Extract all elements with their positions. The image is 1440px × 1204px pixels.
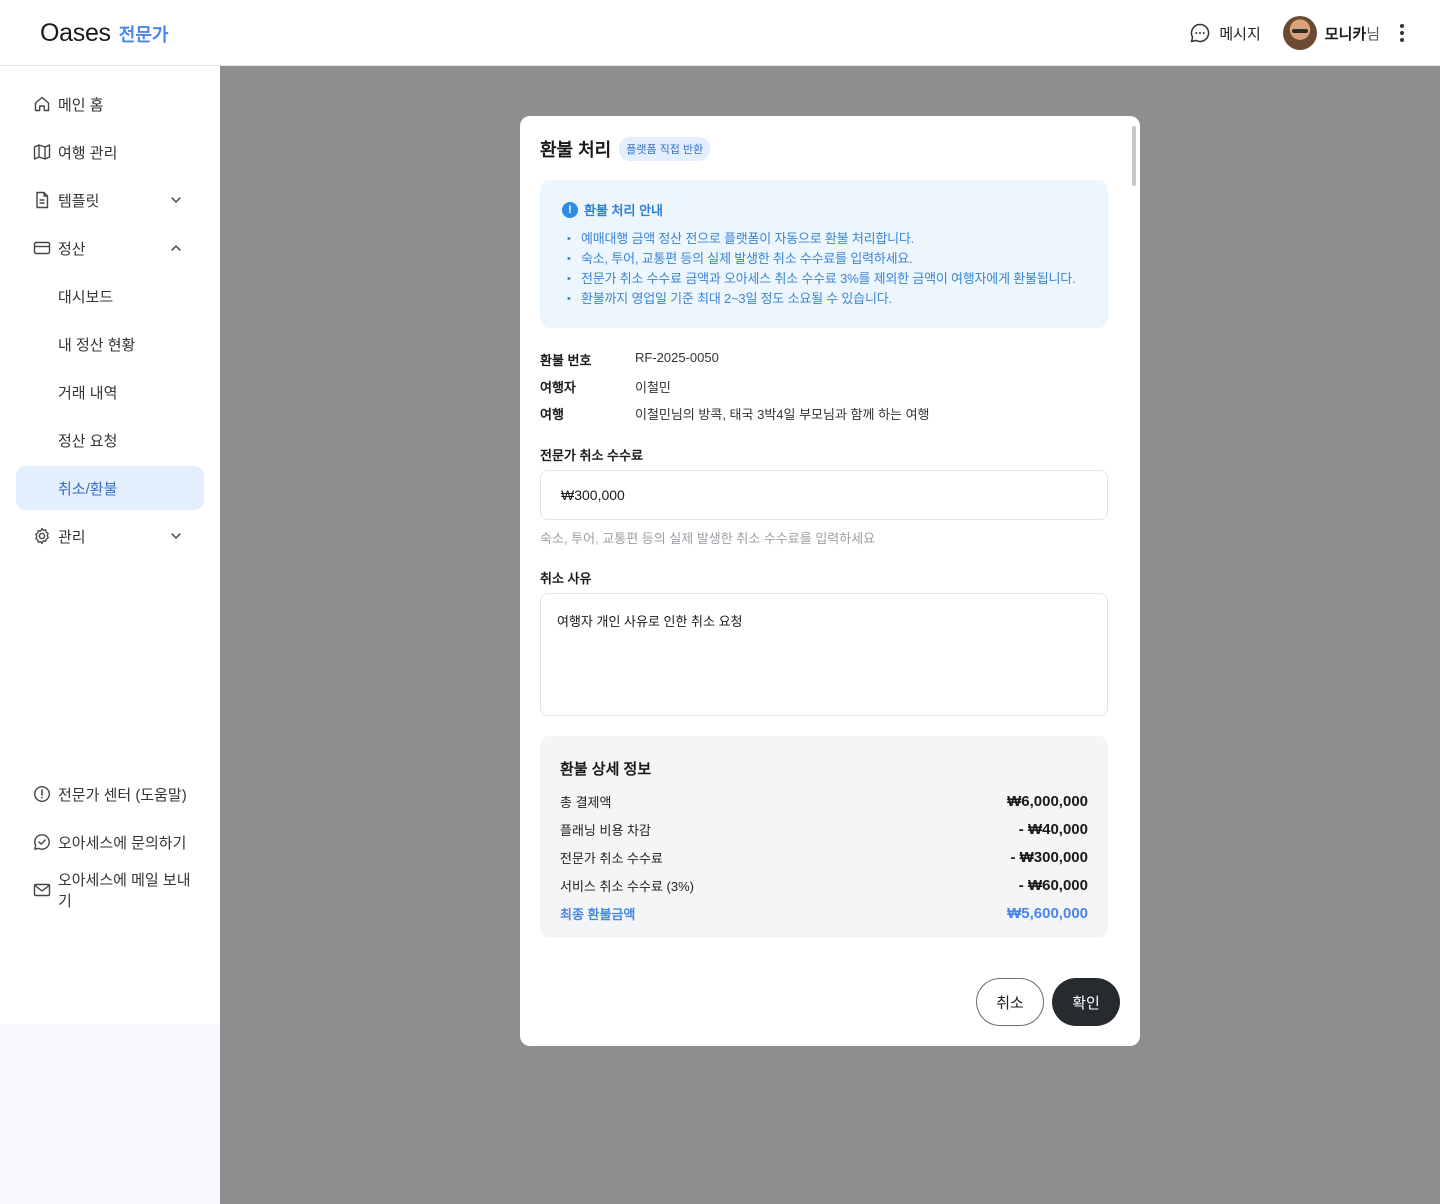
mail-icon (32, 880, 52, 900)
trip-label: 여행 (540, 407, 564, 422)
traveler-value: 이철민 (635, 380, 671, 395)
sidebar-item-settlement-request[interactable]: 정산 요청 (16, 418, 204, 462)
guide-list: 예매대행 금액 정산 전으로 플랫폼이 자동으로 환불 처리합니다. 숙소, 투… (562, 229, 1086, 309)
avatar[interactable] (1282, 16, 1317, 50)
sidebar-item-trips[interactable]: 여행 관리 (16, 130, 204, 174)
modal-header: 환불 처리 플랫폼 직접 반환 (540, 136, 711, 162)
traveler-row: 여행자 이철민 (540, 377, 671, 396)
refund-number-value: RF-2025-0050 (635, 350, 719, 365)
sidebar-item-label: 관리 (58, 528, 86, 546)
sidebar-item-home[interactable]: 메인 홈 (16, 82, 204, 126)
sidebar-item-label: 전문가 센터 (도움말) (58, 786, 187, 804)
sidebar-item-label: 템플릿 (58, 192, 100, 210)
sidebar-item-label: 여행 관리 (58, 144, 118, 162)
refund-detail-box: 환불 상세 정보 총 결제액 ₩6,000,000 플래닝 비용 차감 - ₩4… (540, 736, 1108, 938)
trip-value: 이철민님의 방콕, 태국 3박4일 부모님과 함께 하는 여행 (635, 407, 930, 422)
sidebar-item-cancel-refund[interactable]: 취소/환불 (16, 466, 204, 510)
logo-text: Oases (40, 19, 111, 47)
cancel-reason-value: 여행자 개인 사유로 인한 취소 요청 (557, 614, 743, 629)
sidebar-item-templates[interactable]: 템플릿 (16, 178, 204, 222)
traveler-label: 여행자 (540, 380, 576, 395)
sidebar-item-help-center[interactable]: 전문가 센터 (도움말) (16, 772, 204, 816)
map-icon (32, 142, 52, 162)
detail-label: 플래닝 비용 차감 (560, 822, 651, 838)
sidebar-item-email[interactable]: 오아세스에 메일 보내기 (16, 868, 204, 912)
detail-title: 환불 상세 정보 (560, 761, 652, 778)
detail-value: ₩6,000,000 (1007, 792, 1088, 810)
fee-hint: 숙소, 투어, 교통편 등의 실제 발생한 취소 수수료를 입력하세요 (540, 531, 876, 546)
refund-number-row: 환불 번호 RF-2025-0050 (540, 350, 719, 369)
sidebar-item-label: 정산 (58, 240, 86, 258)
logo[interactable]: Oases 전문가 (40, 19, 168, 48)
final-refund-row: 최종 환불금액 ₩5,600,000 (560, 899, 1088, 927)
sidebar-item-label: 거래 내역 (58, 384, 118, 402)
detail-value: - ₩40,000 (1018, 820, 1088, 838)
detail-row: 전문가 취소 수수료 - ₩300,000 (560, 843, 1088, 871)
sidebar-item-label: 오아세스에 문의하기 (58, 834, 187, 852)
guide-item: 환불까지 영업일 기준 최대 2~3일 정도 소요될 수 있습니다. (562, 289, 1086, 309)
chevron-down-icon (171, 197, 181, 203)
chat-bubble-icon (1191, 23, 1210, 43)
detail-label: 전문가 취소 수수료 (560, 850, 663, 866)
detail-label: 총 결제액 (560, 794, 612, 810)
sidebar-item-settlement[interactable]: 정산 (16, 226, 204, 270)
guide-item: 숙소, 투어, 교통편 등의 실제 발생한 취소 수수료를 입력하세요. (562, 249, 1086, 269)
alert-icon: ! (562, 201, 578, 218)
document-icon (32, 190, 52, 210)
sidebar-item-label: 취소/환불 (58, 480, 118, 498)
info-icon (32, 784, 52, 804)
sidebar-item-label: 대시보드 (58, 288, 114, 306)
gear-icon (32, 526, 52, 546)
guide-title: 환불 처리 안내 (584, 203, 663, 218)
detail-label: 서비스 취소 수수료 (3%) (560, 878, 694, 894)
sidebar-item-label: 내 정산 현황 (58, 336, 136, 354)
top-header: Oases 전문가 메시지 모니카 님 (0, 0, 1440, 66)
user-suffix: 님 (1366, 25, 1380, 43)
sidebar-item-transactions[interactable]: 거래 내역 (16, 370, 204, 414)
more-menu-icon[interactable] (1394, 21, 1410, 45)
cancel-fee-input[interactable]: ₩300,000 (540, 470, 1108, 520)
sidebar-item-my-settlement[interactable]: 내 정산 현황 (16, 322, 204, 366)
trip-row: 여행 이철민님의 방콕, 태국 3박4일 부모님과 함께 하는 여행 (540, 404, 930, 423)
home-icon (32, 94, 52, 114)
logo-subtitle: 전문가 (118, 25, 169, 45)
guide-item: 예매대행 금액 정산 전으로 플랫폼이 자동으로 환불 처리합니다. (562, 229, 1086, 249)
detail-row: 플래닝 비용 차감 - ₩40,000 (560, 815, 1088, 843)
final-refund-value: ₩5,600,000 (1007, 904, 1088, 922)
chevron-up-icon (171, 245, 181, 251)
guide-item: 전문가 취소 수수료 금액과 오아세스 취소 수수료 3%를 제외한 금액이 여… (562, 269, 1086, 289)
cancel-button[interactable]: 취소 (976, 978, 1044, 1026)
final-refund-label: 최종 환불금액 (560, 906, 636, 922)
detail-value: - ₩60,000 (1018, 876, 1088, 894)
guide-heading: ! 환불 처리 안내 (562, 200, 1086, 219)
sidebar-item-manage[interactable]: 관리 (16, 514, 204, 558)
modal-scrollbar[interactable] (1132, 126, 1136, 186)
sidebar-footer-area (0, 1024, 220, 1204)
refund-number-label: 환불 번호 (540, 353, 592, 368)
modal-title: 환불 처리 (540, 140, 612, 160)
detail-row: 서비스 취소 수수료 (3%) - ₩60,000 (560, 871, 1088, 899)
refund-guide-box: ! 환불 처리 안내 예매대행 금액 정산 전으로 플랫폼이 자동으로 환불 처… (540, 180, 1108, 328)
reason-label: 취소 사유 (540, 571, 592, 586)
chat-check-icon (32, 832, 52, 852)
sidebar-item-contact[interactable]: 오아세스에 문의하기 (16, 820, 204, 864)
status-badge: 플랫폼 직접 반환 (619, 137, 711, 161)
chevron-down-icon (171, 533, 181, 539)
sidebar-item-label: 메인 홈 (58, 96, 104, 114)
cancel-reason-textarea[interactable]: 여행자 개인 사유로 인한 취소 요청 (540, 593, 1108, 716)
messages-button[interactable]: 메시지 (1189, 22, 1261, 44)
sidebar-item-label: 오아세스에 메일 보내기 (57, 872, 191, 910)
detail-value: - ₩300,000 (1010, 848, 1088, 866)
cancel-fee-value: ₩300,000 (561, 487, 625, 503)
sidebar-item-dashboard[interactable]: 대시보드 (16, 274, 204, 318)
confirm-button[interactable]: 확인 (1052, 978, 1120, 1026)
fee-label: 전문가 취소 수수료 (540, 448, 643, 463)
card-icon (32, 238, 52, 258)
sidebar-item-label: 정산 요청 (58, 432, 118, 450)
messages-label: 메시지 (1219, 25, 1261, 43)
detail-row: 총 결제액 ₩6,000,000 (560, 787, 1088, 815)
user-name[interactable]: 모니카 (1325, 23, 1366, 44)
